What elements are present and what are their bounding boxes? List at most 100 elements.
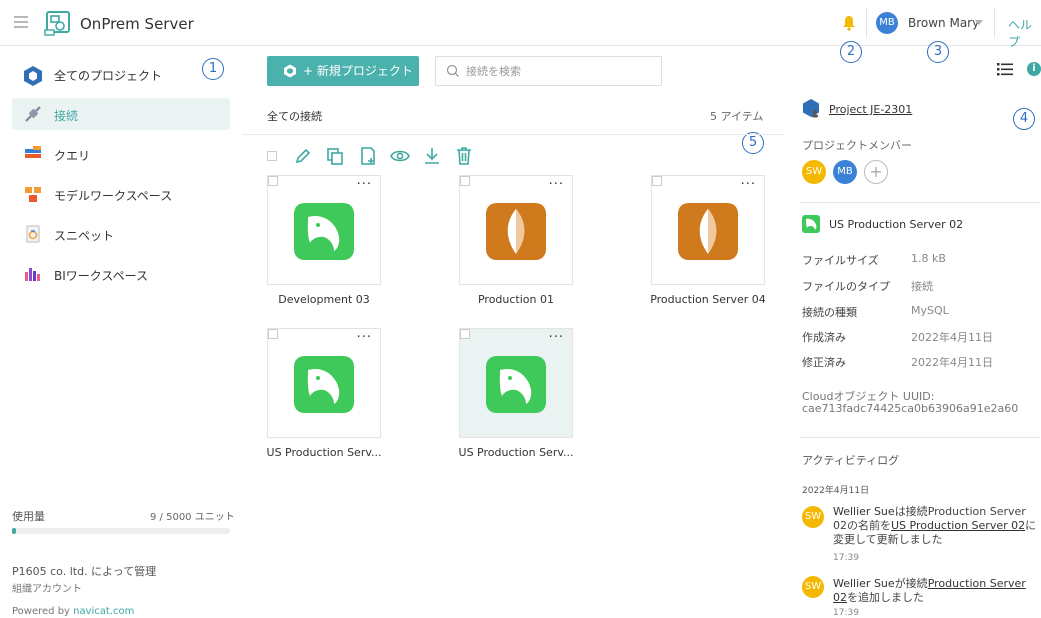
connection-icon (25, 106, 41, 122)
usage-bar (12, 528, 230, 534)
sidebar-item-label: BIワークスペース (54, 269, 148, 283)
connection-card[interactable]: ··· (267, 175, 381, 285)
activity-text: が接続 (894, 577, 928, 590)
edit-icon[interactable] (293, 146, 313, 166)
help-link[interactable]: ヘルプ (1008, 16, 1041, 50)
more-options-icon[interactable]: ··· (357, 330, 372, 345)
sidebar-item-model-workspace[interactable]: モデルワークスペース (12, 178, 230, 210)
property-key: ファイルのタイプ (802, 280, 890, 293)
app-title: OnPrem Server (80, 15, 194, 33)
snippet-icon (26, 225, 40, 243)
mongodb-icon (486, 203, 546, 260)
card-label: US Production Serv... (266, 446, 382, 459)
sidebar-item-label: モデルワークスペース (54, 189, 173, 203)
caret-down-icon[interactable] (975, 20, 983, 25)
usage-label: 使用量 (12, 510, 45, 523)
property-value: 2022年4月11日 (911, 331, 993, 344)
more-options-icon[interactable]: ··· (549, 330, 564, 345)
connection-card-selected[interactable]: ··· (459, 328, 573, 438)
sidebar-item-bi-workspace[interactable]: BIワークスペース (12, 258, 230, 290)
sidebar-item-connections[interactable]: 接続 (12, 98, 230, 130)
new-project-button[interactable]: + 新規プロジェクト (267, 56, 419, 86)
new-file-icon[interactable] (358, 146, 378, 166)
divider (866, 8, 867, 38)
user-name[interactable]: Brown Mary (908, 16, 979, 30)
sidebar-item-label: スニペット (54, 229, 115, 243)
search-icon (446, 64, 459, 77)
sidebar-item-snippets[interactable]: スニペット (12, 218, 230, 250)
connection-card[interactable]: ··· (651, 175, 765, 285)
mysql-icon (486, 356, 546, 413)
property-key: 接続の種類 (802, 306, 857, 319)
mongodb-icon (678, 203, 738, 260)
search-box[interactable] (435, 56, 662, 86)
card-checkbox[interactable] (268, 176, 278, 186)
card-checkbox[interactable] (268, 329, 278, 339)
app-logo-icon (44, 11, 70, 36)
activity-link[interactable]: US Production Server 02 (891, 519, 1025, 532)
new-project-label: + 新規プロジェクト (303, 64, 413, 78)
navicat-link[interactable]: navicat.com (73, 606, 134, 617)
member-avatar[interactable]: SW (802, 160, 826, 184)
mysql-icon (802, 215, 820, 233)
select-all-checkbox[interactable] (267, 151, 277, 161)
card-label: Production Server 04 (650, 293, 766, 306)
bell-icon[interactable] (842, 15, 856, 31)
mysql-icon (294, 356, 354, 413)
add-member-button[interactable]: + (864, 160, 888, 184)
property-value: 1.8 kB (911, 252, 946, 265)
query-icon (25, 146, 41, 158)
activity-date: 2022年4月11日 (802, 486, 870, 496)
duplicate-icon[interactable] (325, 146, 345, 166)
card-checkbox[interactable] (652, 176, 662, 186)
divider (800, 437, 1040, 438)
card-checkbox[interactable] (460, 176, 470, 186)
user-avatar[interactable]: MB (876, 12, 898, 34)
property-key: ファイルサイズ (802, 254, 879, 267)
view-icon[interactable] (390, 146, 410, 166)
search-input[interactable] (466, 63, 651, 79)
menu-icon[interactable] (14, 16, 28, 28)
activity-log-title: アクティビティログ (802, 454, 900, 467)
divider (242, 134, 784, 135)
card-label: US Production Serv... (458, 446, 574, 459)
usage-value: 9 / 5000 ユニット (150, 512, 235, 523)
property-value: 接続 (911, 280, 933, 293)
more-options-icon[interactable]: ··· (741, 177, 756, 192)
sidebar-item-queries[interactable]: クエリ (12, 138, 230, 170)
project-name-link[interactable]: Project JE-2301 (829, 103, 912, 116)
card-label: Production 01 (477, 293, 555, 306)
callout-marker: 2 (840, 41, 862, 63)
file-name: US Production Server 02 (829, 218, 964, 231)
top-bar: OnPrem Server MB Brown Mary ヘルプ (0, 0, 1041, 49)
connection-card[interactable]: ··· (267, 328, 381, 438)
activity-time: 17:39 (833, 553, 859, 563)
property-key: 修正済み (802, 356, 846, 369)
delete-icon[interactable] (454, 146, 474, 166)
managed-by: P1605 co. ltd. によって管理 (12, 565, 157, 578)
all-projects-label[interactable]: 全てのプロジェクト (54, 67, 162, 84)
project-members-title: プロジェクトメンバー (802, 139, 912, 152)
usage-bar-fill (12, 528, 17, 534)
connection-card[interactable]: ··· (459, 175, 573, 285)
info-icon[interactable]: i (1027, 62, 1041, 76)
activity-entry: Wellier Sueが接続Production Server 02を追加しまし… (833, 577, 1041, 605)
activity-text: の名前を (847, 519, 891, 532)
sidebar: 全てのプロジェクト 接続 クエリ モデルワークスペース スニペット BIワークス… (0, 47, 242, 617)
bi-workspace-icon (25, 268, 40, 281)
sidebar-item-label: クエリ (54, 149, 91, 163)
list-view-icon[interactable] (997, 62, 1013, 76)
mysql-icon (294, 203, 354, 260)
card-checkbox[interactable] (460, 329, 470, 339)
more-options-icon[interactable]: ··· (549, 177, 564, 192)
sidebar-item-label: 接続 (54, 109, 79, 123)
activity-user: Wellier Sue (833, 577, 895, 590)
powered-by: Powered by navicat.com (12, 606, 134, 617)
divider (800, 202, 1040, 203)
download-icon[interactable] (422, 146, 442, 166)
divider (994, 8, 995, 38)
property-key: 作成済み (802, 331, 846, 344)
all-projects-icon (24, 66, 42, 86)
more-options-icon[interactable]: ··· (357, 177, 372, 192)
member-avatar[interactable]: MB (833, 160, 857, 184)
